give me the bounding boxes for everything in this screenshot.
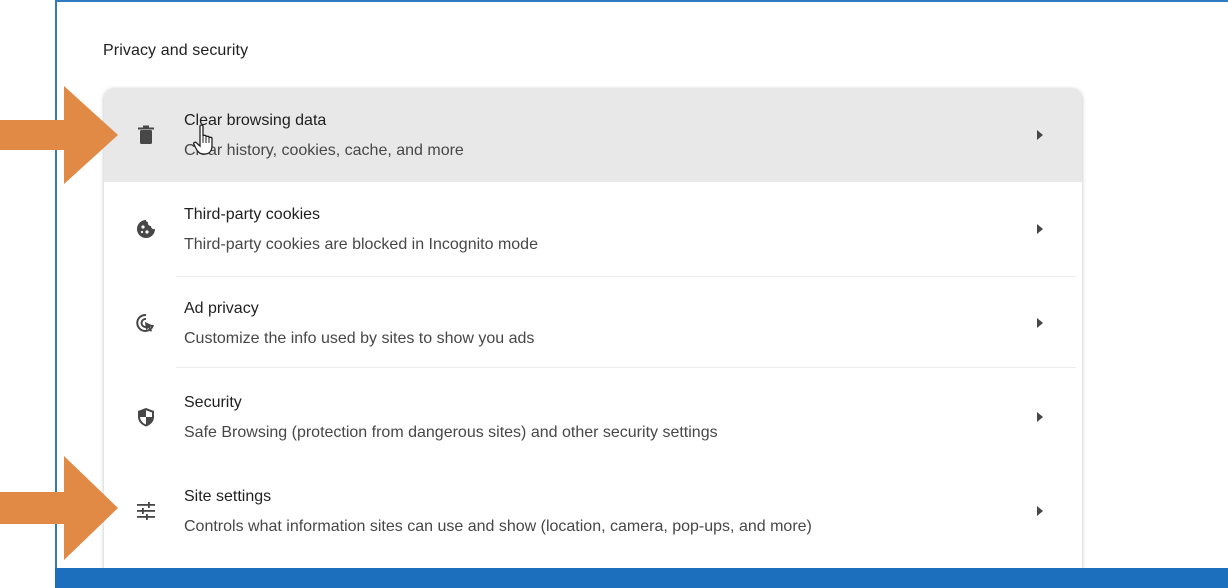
privacy-settings-card: Clear browsing data Clear history, cooki…	[104, 88, 1082, 581]
row-description: Customize the info used by sites to show…	[184, 330, 535, 347]
chevron-right-icon	[1034, 505, 1046, 517]
row-description: Third-party cookies are blocked in Incog…	[184, 236, 538, 253]
shield-icon	[134, 405, 158, 429]
row-label: Third-party cookies	[184, 206, 321, 223]
row-third-party-cookies[interactable]: Third-party cookies Third-party cookies …	[104, 182, 1082, 276]
annotation-arrow-clear-browsing	[0, 86, 118, 184]
cookie-icon	[134, 217, 158, 241]
row-description: Clear history, cookies, cache, and more	[184, 142, 464, 159]
chevron-right-icon	[1034, 223, 1046, 235]
row-description: Safe Browsing (protection from dangerous…	[184, 424, 718, 441]
row-clear-browsing-data[interactable]: Clear browsing data Clear history, cooki…	[104, 88, 1082, 182]
row-label: Clear browsing data	[184, 112, 327, 129]
ad-privacy-icon	[134, 311, 158, 335]
annotation-arrow-site-settings	[0, 456, 118, 560]
section-title: Privacy and security	[103, 42, 249, 59]
row-label: Security	[184, 394, 242, 411]
bottom-accent-bar	[55, 568, 1228, 588]
row-site-settings[interactable]: Site settings Controls what information …	[104, 464, 1082, 558]
hand-cursor-icon	[193, 124, 213, 155]
chevron-right-icon	[1034, 317, 1046, 329]
chevron-right-icon	[1034, 411, 1046, 423]
row-ad-privacy[interactable]: Ad privacy Customize the info used by si…	[104, 276, 1082, 370]
divider	[176, 367, 1076, 368]
row-security[interactable]: Security Safe Browsing (protection from …	[104, 370, 1082, 464]
trash-icon	[134, 123, 158, 147]
row-label: Site settings	[184, 488, 272, 505]
tune-icon	[134, 499, 158, 523]
row-label: Ad privacy	[184, 300, 259, 317]
row-description: Controls what information sites can use …	[184, 518, 812, 535]
chevron-right-icon	[1034, 129, 1046, 141]
